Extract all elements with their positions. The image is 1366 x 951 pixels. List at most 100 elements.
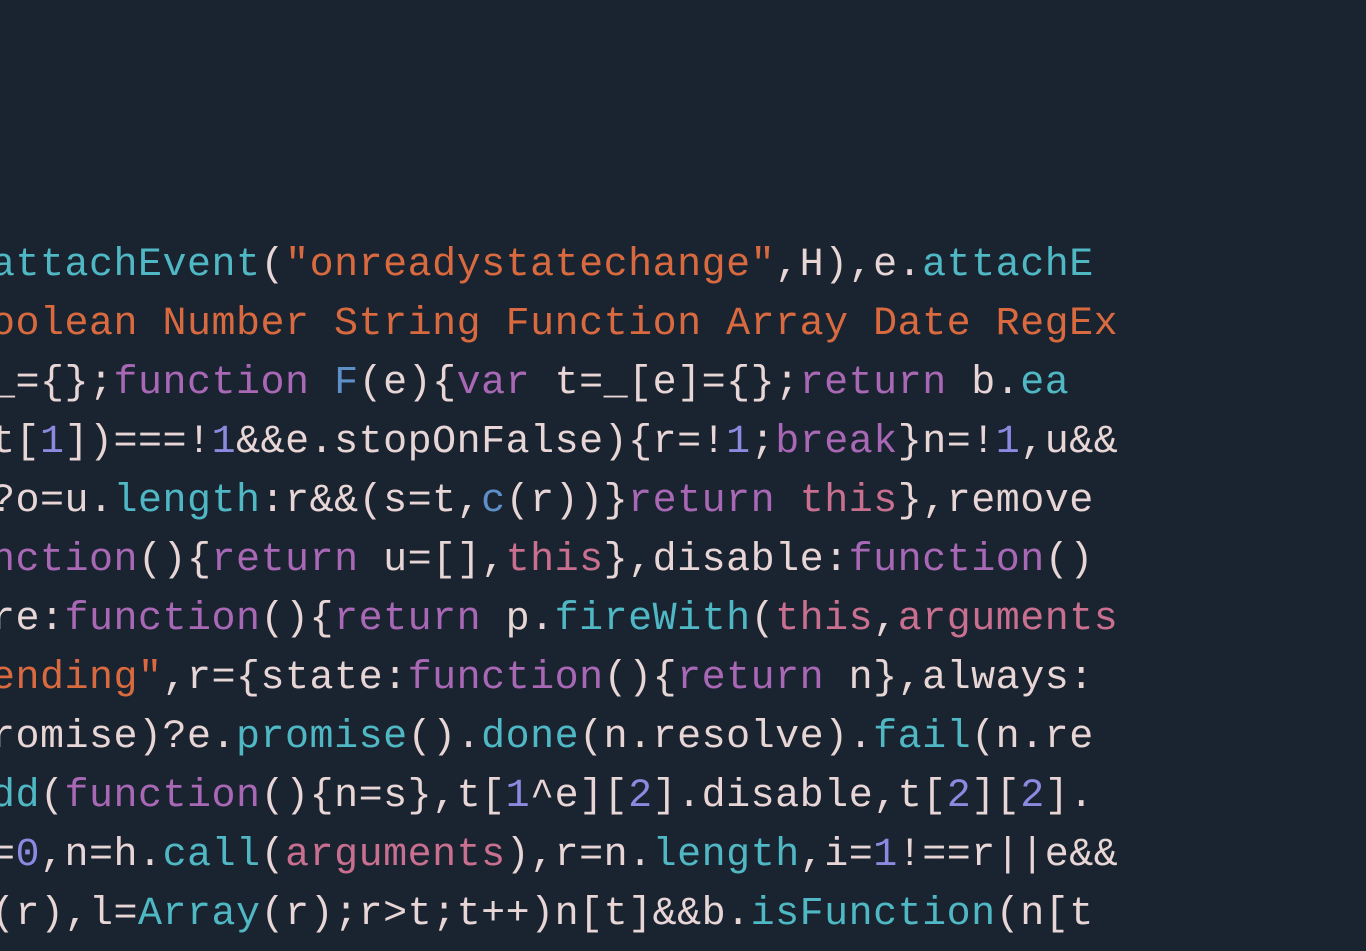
code-line[interactable]: t[1])===!1&&e.stopOnFalse){r=!1;break}n=… bbox=[0, 413, 1366, 472]
code-line[interactable]: oolean Number String Function Array Date… bbox=[0, 295, 1366, 354]
code-token-keyword: return bbox=[334, 597, 481, 642]
code-token-punct: ])===! bbox=[65, 420, 212, 465]
code-token-number: 1 bbox=[873, 833, 898, 878]
code-token-punct: ][ bbox=[971, 774, 1020, 819]
code-token-this: this bbox=[506, 538, 604, 583]
code-token-keyword: function bbox=[114, 361, 310, 406]
code-token-punct: , bbox=[873, 597, 898, 642]
code-token-punct: },remove bbox=[898, 479, 1094, 524]
code-token-punct: ),r=n. bbox=[506, 833, 653, 878]
code-token-punct: t=_[e]={}; bbox=[530, 361, 800, 406]
code-token-keyword: function bbox=[65, 597, 261, 642]
code-token-funcname: c bbox=[481, 479, 506, 524]
code-token-space bbox=[310, 361, 335, 406]
code-line[interactable]: re:function(){return p.fireWith(this,arg… bbox=[0, 590, 1366, 649]
code-token-this: this bbox=[775, 597, 873, 642]
code-token-punct: (){ bbox=[604, 656, 678, 701]
code-token-punct: _={}; bbox=[0, 361, 114, 406]
code-token-punct: ?o=u. bbox=[0, 479, 114, 524]
code-token-punct: u=[], bbox=[359, 538, 506, 583]
code-token-method: dd bbox=[0, 774, 40, 819]
code-line[interactable]: romise)?e.promise().done(n.resolve).fail… bbox=[0, 708, 1366, 767]
code-token-number: 2 bbox=[947, 774, 972, 819]
code-token-punct: = bbox=[0, 833, 16, 878]
code-token-punct: },disable: bbox=[604, 538, 849, 583]
code-token-punct: (){n=s},t[ bbox=[261, 774, 506, 819]
code-token-arguments: arguments bbox=[285, 833, 506, 878]
code-token-punct: (r))} bbox=[506, 479, 629, 524]
code-token-punct: ,i= bbox=[800, 833, 874, 878]
code-token-keyword: return bbox=[628, 479, 775, 524]
code-token-keyword: nction bbox=[0, 538, 138, 583]
code-token-property: length bbox=[653, 833, 800, 878]
code-token-class: Array bbox=[138, 892, 261, 937]
code-token-string: oolean Number String Function Array Date… bbox=[0, 302, 1118, 347]
code-token-punct: () bbox=[1045, 538, 1094, 583]
code-token-punct: (){ bbox=[261, 597, 335, 642]
code-token-method: done bbox=[481, 715, 579, 760]
code-token-punct: t[ bbox=[0, 420, 40, 465]
code-token-number: 1 bbox=[996, 420, 1021, 465]
code-token-punct: (r),l= bbox=[0, 892, 138, 937]
code-token-keyword: function bbox=[408, 656, 604, 701]
code-token-punct: re: bbox=[0, 597, 65, 642]
code-token-punct: ; bbox=[751, 420, 776, 465]
code-token-method: ea bbox=[1020, 361, 1069, 406]
code-line[interactable]: (r),l=Array(r);r>t;t++)n[t]&&b.isFunctio… bbox=[0, 885, 1366, 944]
code-token-punct: ,n=h. bbox=[40, 833, 163, 878]
code-token-punct: ( bbox=[751, 597, 776, 642]
code-token-number: 0 bbox=[16, 833, 41, 878]
code-token-number: 1 bbox=[506, 774, 531, 819]
code-token-punct: ( bbox=[261, 243, 286, 288]
code-line[interactable]: dd(function(){n=s},t[1^e][2].disable,t[2… bbox=[0, 767, 1366, 826]
code-token-punct: :r&&(s=t, bbox=[261, 479, 482, 524]
code-token-arguments: arguments bbox=[898, 597, 1119, 642]
code-token-this: this bbox=[800, 479, 898, 524]
code-token-property: length bbox=[114, 479, 261, 524]
code-token-number: 1 bbox=[212, 420, 237, 465]
code-token-punct: ,r={state: bbox=[163, 656, 408, 701]
code-token-number: 2 bbox=[628, 774, 653, 819]
code-token-keyword: return bbox=[212, 538, 359, 583]
code-token-funcname: F bbox=[334, 361, 359, 406]
code-token-method: fireWith bbox=[555, 597, 751, 642]
code-token-punct: (). bbox=[408, 715, 482, 760]
code-token-method: promise bbox=[236, 715, 408, 760]
code-token-keyword: break bbox=[775, 420, 898, 465]
code-token-string: "onreadystatechange" bbox=[285, 243, 775, 288]
code-token-keyword: function bbox=[65, 774, 261, 819]
code-line[interactable]: _={};function F(e){var t=_[e]={};return … bbox=[0, 354, 1366, 413]
code-line[interactable]: =0,n=h.call(arguments),r=n.length,i=1!==… bbox=[0, 826, 1366, 885]
code-token-method: call bbox=[163, 833, 261, 878]
code-line[interactable]: attachEvent("onreadystatechange",H),e.at… bbox=[0, 236, 1366, 295]
code-token-punct: (n.re bbox=[971, 715, 1094, 760]
code-token-punct: }n=! bbox=[898, 420, 996, 465]
code-token-number: 2 bbox=[1020, 774, 1045, 819]
code-token-number: 1 bbox=[40, 420, 65, 465]
code-token-punct: b. bbox=[947, 361, 1021, 406]
code-token-keyword: function bbox=[849, 538, 1045, 583]
code-token-punct: (){ bbox=[138, 538, 212, 583]
code-token-punct: &&e.stopOnFalse){r=! bbox=[236, 420, 726, 465]
code-token-space bbox=[775, 479, 800, 524]
code-line[interactable]: nction(){return u=[],this},disable:funct… bbox=[0, 531, 1366, 590]
code-token-punct: (e){ bbox=[359, 361, 457, 406]
code-token-method: isFunction bbox=[751, 892, 996, 937]
code-token-punct: (r);r>t;t++)n[t]&&b. bbox=[261, 892, 751, 937]
code-token-punct: ,H),e. bbox=[775, 243, 922, 288]
code-token-keyword: return bbox=[677, 656, 824, 701]
code-token-punct: romise)?e. bbox=[0, 715, 236, 760]
code-editor-viewport[interactable]: attachEvent("onreadystatechange",H),e.at… bbox=[0, 236, 1366, 951]
code-line[interactable]: /><table></table><a href='/a'>a</a><inpu… bbox=[0, 944, 1366, 951]
code-token-punct: ( bbox=[261, 833, 286, 878]
code-token-keyword: var bbox=[457, 361, 531, 406]
code-line[interactable]: ?o=u.length:r&&(s=t,c(r))}return this},r… bbox=[0, 472, 1366, 531]
code-line[interactable]: ending",r={state:function(){return n},al… bbox=[0, 649, 1366, 708]
code-token-punct: n},always: bbox=[824, 656, 1094, 701]
code-token-punct: ,u&& bbox=[1020, 420, 1118, 465]
code-token-punct: ].disable,t[ bbox=[653, 774, 947, 819]
code-token-punct: p. bbox=[481, 597, 555, 642]
code-token-string: ending" bbox=[0, 656, 163, 701]
code-token-keyword: return bbox=[800, 361, 947, 406]
code-token-number: 1 bbox=[726, 420, 751, 465]
